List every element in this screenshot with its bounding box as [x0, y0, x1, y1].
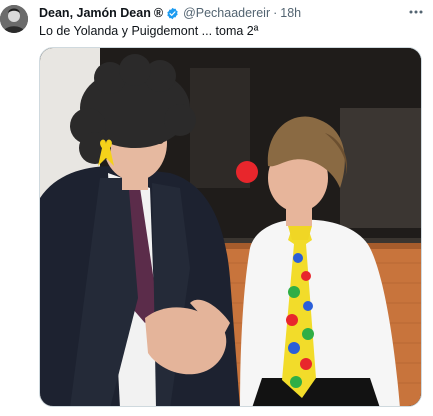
tweet-text: Lo de Yolanda y Puigdemont ... toma 2ª — [39, 24, 259, 38]
more-options-icon[interactable] — [407, 4, 425, 20]
author-handle[interactable]: @Pechaadereir — [183, 5, 270, 21]
verified-badge-icon — [166, 7, 179, 20]
author-name[interactable]: Dean, Jamón Dean — [39, 5, 151, 21]
avatar[interactable] — [0, 5, 28, 33]
timestamp[interactable]: 18h — [280, 5, 301, 21]
author-suffix: ® — [153, 6, 164, 20]
tweet-photo[interactable] — [39, 47, 422, 407]
tweet[interactable]: Dean, Jamón Dean ® @Pechaadereir · 18h L… — [0, 0, 433, 416]
separator-dot: · — [273, 6, 278, 20]
tweet-header: Dean, Jamón Dean ® @Pechaadereir · 18h — [39, 5, 403, 21]
